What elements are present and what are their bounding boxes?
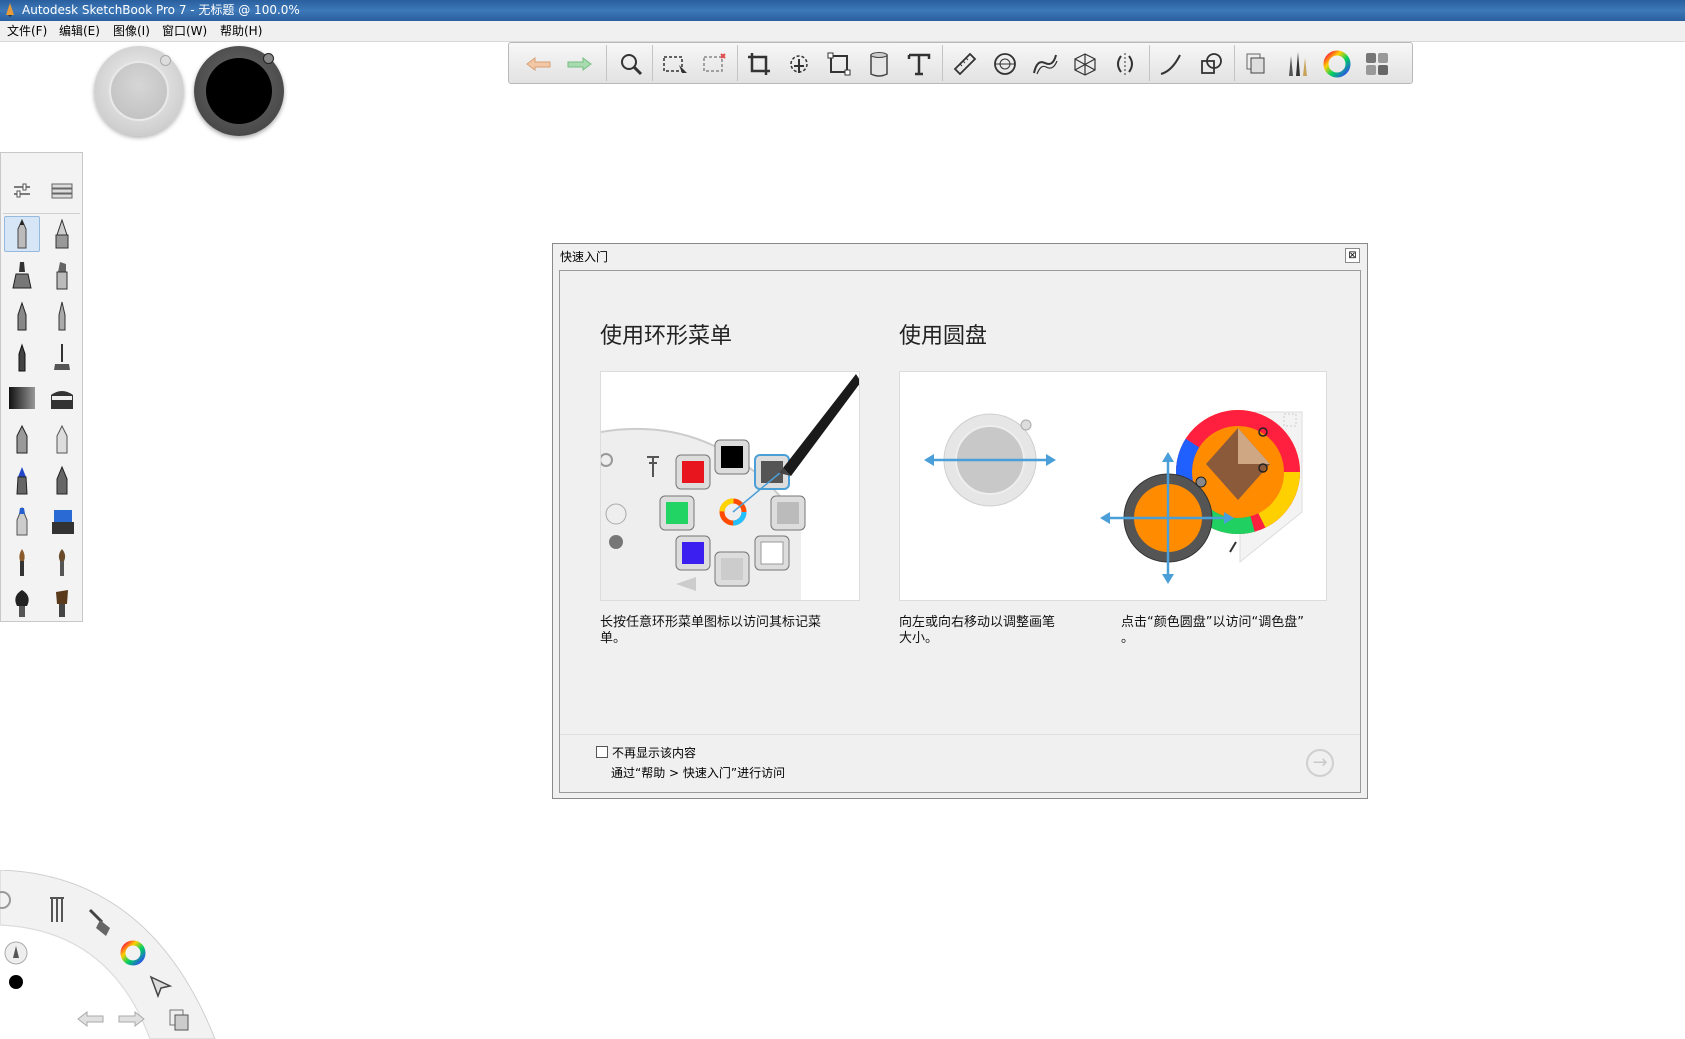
perspective-icon[interactable] bbox=[1069, 48, 1101, 80]
color-puck[interactable] bbox=[194, 46, 284, 136]
text-icon[interactable] bbox=[903, 48, 935, 80]
lasso-select-icon[interactable] bbox=[699, 48, 731, 80]
undo-icon[interactable] bbox=[523, 48, 555, 80]
technical-pen-brush[interactable] bbox=[44, 216, 80, 252]
layers-icon[interactable] bbox=[1241, 48, 1273, 80]
airbrush-gradient-brush[interactable] bbox=[4, 380, 40, 416]
distort-icon[interactable] bbox=[823, 48, 855, 80]
marker-brush[interactable] bbox=[4, 257, 40, 293]
select-icon[interactable] bbox=[659, 48, 691, 80]
paint-brush[interactable] bbox=[4, 544, 40, 580]
dark-marker-brush[interactable] bbox=[44, 462, 80, 498]
lagoon-menu bbox=[0, 870, 220, 1039]
copic-library-icon[interactable] bbox=[1361, 48, 1393, 80]
felt-pen-brush[interactable] bbox=[44, 257, 80, 293]
marking-menu-caption: 长按任意环形菜单图标以访问其标记菜 单。 bbox=[600, 615, 821, 647]
redo-icon[interactable] bbox=[563, 48, 595, 80]
smudge-brush[interactable] bbox=[4, 503, 40, 539]
shape-icon[interactable] bbox=[1195, 48, 1227, 80]
zoom-icon[interactable] bbox=[615, 48, 647, 80]
crop-icon[interactable] bbox=[743, 48, 775, 80]
brush-palette bbox=[0, 152, 83, 622]
dialog-title: 快速入门 bbox=[560, 250, 609, 264]
menu-image[interactable]: 图像(I) bbox=[111, 21, 152, 41]
watercolor-brush[interactable] bbox=[44, 544, 80, 580]
brush-puck-caption: 向左或向右移动以调整画笔 大小。 bbox=[899, 615, 1055, 647]
marking-menu-heading: 使用环形菜单 bbox=[600, 324, 733, 349]
marking-menu-caption-line2: 单。 bbox=[600, 631, 627, 646]
marking-menu-illustration bbox=[600, 371, 860, 601]
color-puck-caption-line2: 。 bbox=[1121, 631, 1135, 646]
transform-icon[interactable] bbox=[783, 48, 815, 80]
dont-show-label[interactable]: 不再显示该内容 bbox=[612, 744, 696, 761]
hard-eraser-brush[interactable] bbox=[44, 503, 80, 539]
color-puck-caption-line1: 点击“颜色圆盘”以访问“调色盘” bbox=[1121, 615, 1304, 630]
menu-window[interactable]: 窗口(W) bbox=[160, 21, 209, 41]
window-title: Autodesk SketchBook Pro 7 - 无标题 @ 100.0% bbox=[22, 3, 300, 17]
quick-start-dialog: 快速入门 ⊠ 使用环形菜单 使用圆盘 长按任意环形菜单图标以访问其标记菜 单。 … bbox=[552, 243, 1368, 799]
fill-icon[interactable] bbox=[863, 48, 895, 80]
current-color-swatch bbox=[206, 58, 272, 124]
puck-illustration bbox=[899, 371, 1327, 601]
select-arrow-icon[interactable] bbox=[148, 974, 174, 1000]
brushes-icon[interactable] bbox=[1281, 48, 1313, 80]
menu-file[interactable]: 文件(F) bbox=[5, 21, 49, 41]
flat-brush[interactable] bbox=[44, 585, 80, 621]
puck-handle[interactable] bbox=[160, 55, 171, 66]
access-hint: 通过“帮助 > 快速入门”进行访问 bbox=[611, 766, 786, 780]
brush-puck-caption-line2: 大小。 bbox=[899, 631, 939, 646]
large-brush[interactable] bbox=[4, 585, 40, 621]
app-icon bbox=[6, 3, 14, 17]
ballpoint-brush[interactable] bbox=[4, 298, 40, 334]
color-wheel-icon[interactable] bbox=[118, 938, 148, 968]
brush-size-indicator bbox=[109, 61, 169, 121]
marking-menu-caption-line1: 长按任意环形菜单图标以访问其标记菜 bbox=[600, 615, 822, 630]
main-toolbar bbox=[508, 42, 1413, 84]
undo-icon[interactable] bbox=[76, 1008, 106, 1030]
stamp-brush[interactable] bbox=[44, 339, 80, 375]
menu-edit[interactable]: 编辑(E) bbox=[57, 21, 102, 41]
ruler-icon[interactable] bbox=[949, 48, 981, 80]
dialog-content: 使用环形菜单 使用圆盘 长按任意环形菜单图标以访问其标记菜 单。 向左或向右移动… bbox=[559, 270, 1361, 793]
ellipse-guide-icon[interactable] bbox=[989, 48, 1021, 80]
redo-icon[interactable] bbox=[116, 1008, 146, 1030]
blue-pen-brush[interactable] bbox=[4, 462, 40, 498]
paint-marker-brush[interactable] bbox=[44, 421, 80, 457]
color-puck-caption: 点击“颜色圆盘”以访问“调色盘” 。 bbox=[1121, 615, 1304, 647]
brush-properties-icon[interactable] bbox=[4, 173, 40, 209]
brush-icon[interactable] bbox=[86, 906, 116, 940]
chisel-marker-brush[interactable] bbox=[4, 421, 40, 457]
puck-handle[interactable] bbox=[263, 53, 274, 64]
stroke-icon[interactable] bbox=[1155, 48, 1187, 80]
dont-show-checkbox[interactable] bbox=[596, 746, 608, 758]
pencil-brush[interactable] bbox=[4, 216, 40, 252]
inking-brush[interactable] bbox=[4, 339, 40, 375]
menu-help[interactable]: 帮助(H) bbox=[218, 21, 264, 41]
brush-puck-caption-line1: 向左或向右移动以调整画笔 bbox=[899, 615, 1056, 630]
dialog-footer: 不再显示该内容 通过“帮助 > 快速入门”进行访问 → bbox=[560, 734, 1360, 793]
tools-icon[interactable] bbox=[42, 892, 72, 926]
menu-bar: 文件(F) 编辑(E) 图像(I) 窗口(W) 帮助(H) bbox=[0, 21, 1685, 42]
puck-heading: 使用圆盘 bbox=[899, 324, 988, 349]
french-curve-icon[interactable] bbox=[1029, 48, 1061, 80]
layers-icon[interactable] bbox=[168, 1008, 192, 1034]
title-bar: Autodesk SketchBook Pro 7 - 无标题 @ 100.0% bbox=[0, 0, 1685, 21]
color-wheel-icon[interactable] bbox=[1321, 48, 1353, 80]
fineliner-brush[interactable] bbox=[44, 298, 80, 334]
brush-puck[interactable] bbox=[94, 46, 184, 136]
next-button[interactable]: → bbox=[1306, 749, 1334, 777]
layer-editor-icon[interactable] bbox=[44, 173, 80, 209]
symmetry-icon[interactable] bbox=[1109, 48, 1141, 80]
close-button[interactable]: ⊠ bbox=[1345, 248, 1360, 263]
eraser-brush[interactable] bbox=[44, 380, 80, 416]
